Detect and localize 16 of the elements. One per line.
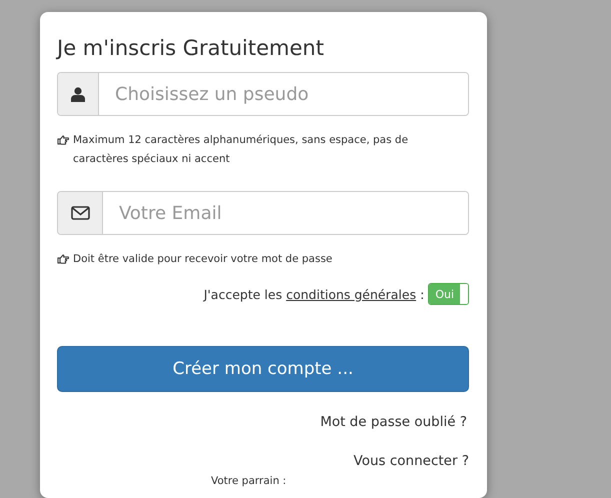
referrer-label: Votre parrain : <box>211 475 288 487</box>
envelope-icon <box>70 206 90 220</box>
forgot-password-link[interactable]: Mot de passe oublié ? <box>320 414 467 430</box>
email-field[interactable]: Votre Email <box>57 191 469 235</box>
terms-link[interactable]: conditions générales <box>286 286 416 302</box>
form-title: Je m'inscris Gratuitement <box>57 35 325 62</box>
terms-label: J'accepte les <box>204 286 282 302</box>
username-field[interactable]: Choisissez un pseudo <box>57 72 469 116</box>
colon-label: : <box>420 286 424 302</box>
pointing-hand-icon <box>57 254 69 264</box>
field-hint: Doit être valide pour recevoir votre mot de passe <box>73 252 332 267</box>
field-hint: Maximum 12 caractères alphanumériques, sans espace, pas de caractères spéciaux ni accent <box>73 133 410 167</box>
login-link[interactable]: Vous connecter ? <box>354 453 469 469</box>
user-icon <box>71 86 85 102</box>
pointing-hand-icon <box>57 135 69 145</box>
create-account-button[interactable]: Créer mon compte ... <box>57 346 469 392</box>
